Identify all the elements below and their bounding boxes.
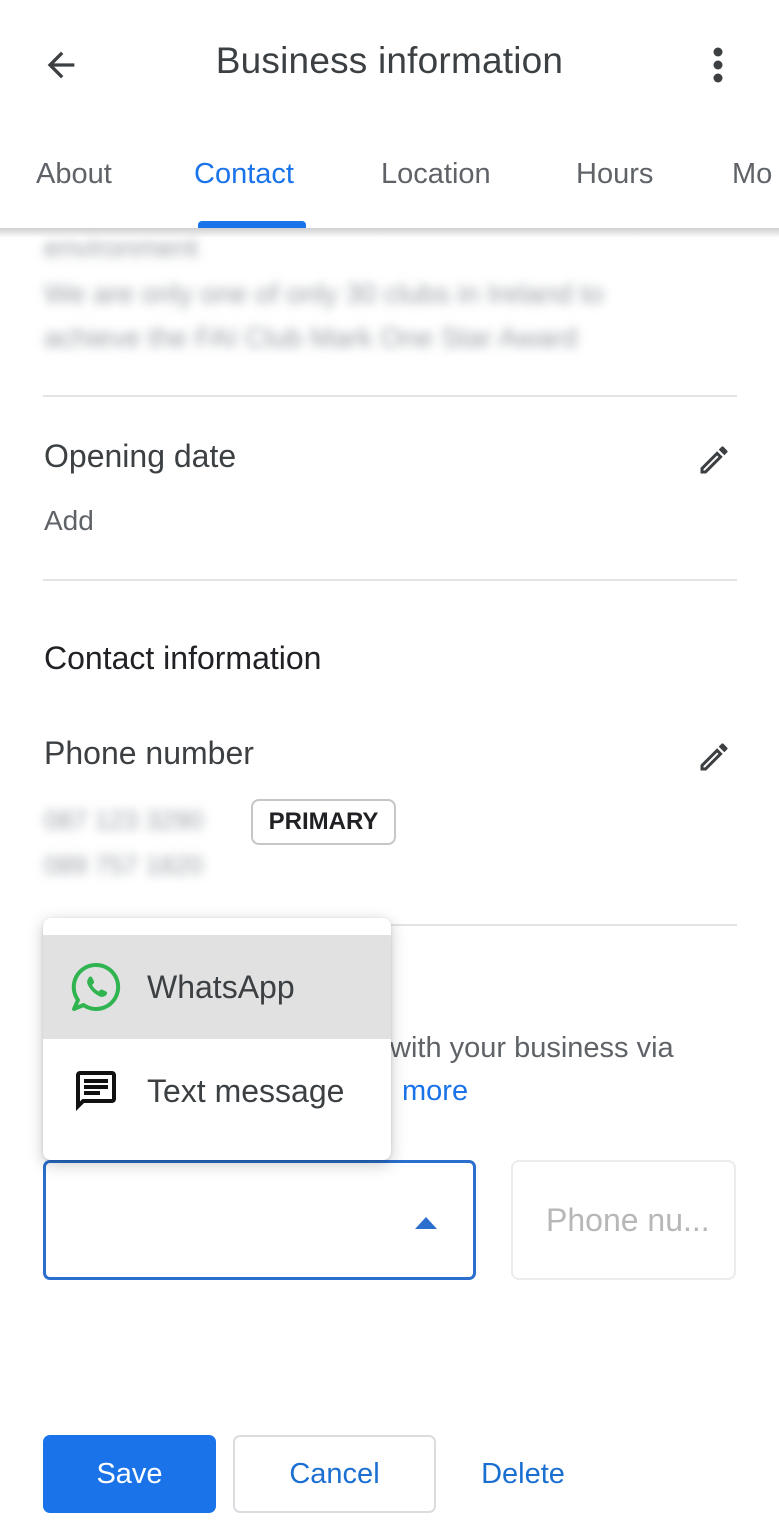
tab-more[interactable]: Mo xyxy=(732,158,772,191)
pencil-icon xyxy=(700,743,728,771)
divider xyxy=(43,395,737,397)
secondary-phone-number: 089 757 1820 xyxy=(44,850,204,880)
tab-contact[interactable]: Contact xyxy=(194,158,294,191)
tab-location[interactable]: Location xyxy=(381,158,491,191)
save-button[interactable]: Save xyxy=(43,1435,216,1513)
page-title: Business information xyxy=(215,40,564,81)
description-line: environment xyxy=(44,232,199,263)
phone-number-label: Phone number xyxy=(44,735,254,771)
tab-hours[interactable]: Hours xyxy=(576,158,653,191)
delete-button[interactable]: Delete xyxy=(468,1435,578,1513)
dropdown-option-label: WhatsApp xyxy=(147,968,295,1005)
dropdown-option-text-message[interactable]: Text message xyxy=(43,1039,391,1143)
edit-opening-date-button[interactable] xyxy=(692,438,736,482)
active-tab-indicator xyxy=(198,221,306,228)
whatsapp-icon xyxy=(67,958,125,1016)
chat-type-select[interactable] xyxy=(43,1160,476,1280)
description-line: We are only one of only 30 clubs in Irel… xyxy=(44,278,604,309)
more-options-button[interactable] xyxy=(694,40,742,90)
edit-phone-number-button[interactable] xyxy=(692,735,736,779)
chat-phone-number-input[interactable] xyxy=(511,1160,736,1280)
tab-bar: About Contact Location Hours Mo xyxy=(0,128,779,228)
dropdown-option-label: Text message xyxy=(147,1072,345,1109)
cancel-button[interactable]: Cancel xyxy=(233,1435,436,1513)
description-line: achieve the FAI Club Mark One Star Award xyxy=(44,322,578,353)
opening-date-label: Opening date xyxy=(44,438,237,474)
primary-phone-number: 087 123 3290 xyxy=(44,805,204,835)
opening-date-value[interactable]: Add xyxy=(44,505,94,537)
dropdown-option-whatsapp[interactable]: WhatsApp xyxy=(43,935,391,1039)
divider xyxy=(43,579,737,581)
app-bar: Business information xyxy=(0,0,779,128)
pencil-icon xyxy=(700,446,728,474)
more-vert-icon xyxy=(713,47,723,83)
chat-type-dropdown: WhatsApp Text message xyxy=(43,918,391,1160)
chat-description: with your business via xyxy=(390,1032,674,1064)
contact-information-heading: Contact information xyxy=(44,640,322,676)
arrow-up-icon xyxy=(415,1217,437,1229)
tab-about[interactable]: About xyxy=(36,158,112,191)
text-message-icon xyxy=(67,1062,125,1120)
learn-more-link[interactable]: more xyxy=(402,1075,468,1108)
primary-badge: PRIMARY xyxy=(251,799,396,845)
